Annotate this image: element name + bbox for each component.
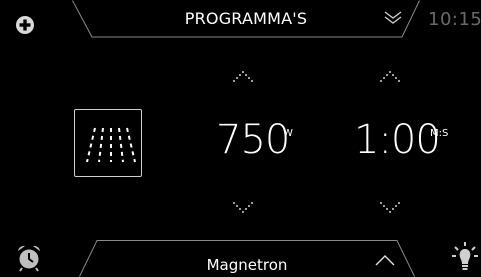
programs-menu-tab[interactable]: PROGRAMMA'S [72,0,420,38]
power-increase-arrow[interactable] [232,69,254,88]
lamp-icon[interactable] [451,241,479,277]
power-value[interactable]: 750 [216,117,290,163]
function-title: Magnetron [206,256,288,274]
grill-heat-icon [86,127,136,163]
time-unit: M:S [430,128,449,139]
plus-icon[interactable] [15,15,35,39]
function-menu-tab[interactable]: Magnetron [79,240,415,277]
time-decrease-arrow[interactable] [379,199,401,218]
clock: 10:15 [428,9,481,30]
programs-title: PROGRAMMA'S [184,9,308,28]
time-increase-arrow[interactable] [379,69,401,88]
time-value[interactable]: 1:00 [354,117,441,163]
alarm-clock-icon[interactable] [16,244,42,276]
power-unit: W [283,128,293,139]
power-decrease-arrow[interactable] [232,199,254,218]
grill-heat-mode-button[interactable] [74,109,142,177]
